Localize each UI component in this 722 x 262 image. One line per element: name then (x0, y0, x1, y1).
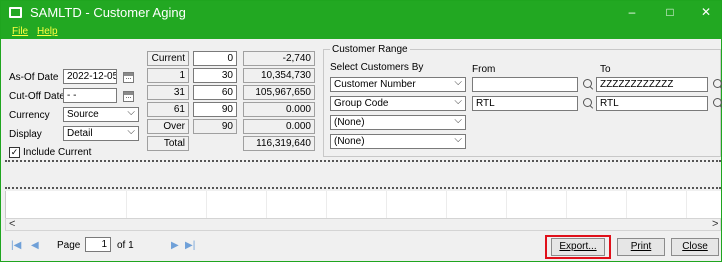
results-grid[interactable] (5, 191, 721, 218)
grid-column-divider (326, 191, 327, 218)
finder-icon[interactable] (582, 98, 594, 110)
cutoff-date-field[interactable]: - - (63, 88, 117, 103)
horizontal-scrollbar[interactable]: < > (5, 218, 721, 231)
aging-days-2[interactable]: 60 (193, 85, 237, 100)
aging-amount-1: 10,354,730 (243, 68, 315, 83)
aging-days-0[interactable]: 0 (193, 51, 237, 66)
select-by-dropdown-3[interactable]: (None) (330, 115, 466, 130)
aging-amount-over: 0.000 (243, 119, 315, 134)
aging-total-label: Total (147, 136, 189, 151)
aging-amount-2: 105,967,650 (243, 85, 315, 100)
grid-column-divider (206, 191, 207, 218)
aging-label-2: 31 (147, 85, 189, 100)
scroll-left-icon[interactable]: < (9, 218, 15, 230)
close-window-button[interactable]: ✕ (695, 3, 717, 21)
aging-days-over: 90 (193, 119, 237, 134)
currency-label: Currency (9, 110, 50, 121)
currency-value: Source (67, 109, 99, 120)
grid-column-divider (386, 191, 387, 218)
export-button-label: Export... (559, 241, 597, 252)
previous-page-icon[interactable]: ◀ (31, 240, 39, 251)
select-by-dropdown-1[interactable]: Customer Number (330, 77, 466, 92)
customer-aging-window: SAMLTD - Customer Aging – □ ✕ File Help … (0, 0, 722, 262)
aging-label-current: Current (147, 51, 189, 66)
parameters-panel: As-Of Date 2022-12-05 Cut-Off Date - - C… (5, 41, 722, 161)
calendar-icon[interactable] (123, 72, 134, 83)
group-code-from-field[interactable]: RTL (472, 96, 578, 111)
maximize-button[interactable]: □ (659, 3, 681, 21)
aging-amount-0: -2,740 (243, 51, 315, 66)
grid-column-divider (566, 191, 567, 218)
finder-icon[interactable] (712, 98, 722, 110)
export-button[interactable]: Export... (551, 238, 605, 256)
select-by-dropdown-2[interactable]: Group Code (330, 96, 466, 111)
cutoff-date-label: Cut-Off Date (9, 91, 65, 102)
print-button[interactable]: Print (617, 238, 665, 256)
finder-icon[interactable] (582, 79, 594, 91)
include-current-checkbox[interactable]: ✓ (9, 147, 20, 158)
customer-range-title: Customer Range (330, 44, 410, 55)
splitter[interactable] (5, 187, 721, 189)
grid-column-divider (506, 191, 507, 218)
aging-label-3: 61 (147, 102, 189, 117)
next-page-icon[interactable]: ▶ (171, 240, 179, 251)
page-label: Page (57, 240, 81, 251)
page-count-label: of 1 (117, 240, 134, 251)
display-label: Display (9, 129, 42, 140)
customer-number-to-field[interactable]: ZZZZZZZZZZZZ (596, 77, 708, 92)
customer-range-group: Customer Range Select Customers By From … (323, 44, 722, 157)
menu-help[interactable]: Help (37, 25, 58, 39)
grid-column-divider (126, 191, 127, 218)
scroll-right-icon[interactable]: > (712, 218, 718, 230)
window-title: SAMLTD - Customer Aging (30, 5, 186, 20)
minimize-button[interactable]: – (621, 3, 643, 21)
grid-column-divider (626, 191, 627, 218)
as-of-date-label: As-Of Date (9, 72, 59, 83)
aging-amount-3: 0.000 (243, 102, 315, 117)
customer-number-from-field[interactable] (472, 77, 578, 92)
aging-total-amount: 116,319,640 (243, 136, 315, 151)
first-page-icon[interactable]: |◀ (11, 240, 21, 251)
page-number-field[interactable]: 1 (85, 237, 111, 252)
close-button-label: Close (682, 241, 708, 252)
calendar-icon[interactable] (123, 91, 134, 102)
select-by-value-4: (None) (334, 136, 365, 147)
menu-bar: File Help (1, 25, 721, 39)
bottom-toolbar: |◀ ◀ Page 1 of 1 ▶ ▶| Export... Print Cl… (5, 233, 721, 261)
select-by-value-3: (None) (334, 117, 365, 128)
title-bar: SAMLTD - Customer Aging – □ ✕ (1, 1, 721, 25)
close-button[interactable]: Close (671, 238, 719, 256)
finder-icon[interactable] (712, 79, 722, 91)
print-button-label: Print (630, 241, 652, 252)
aging-label-1: 1 (147, 68, 189, 83)
menu-file[interactable]: File (12, 25, 28, 39)
select-by-label: Select Customers By (330, 62, 424, 73)
aging-label-over: Over (147, 119, 189, 134)
display-value: Detail (67, 128, 93, 139)
from-label: From (472, 64, 496, 75)
currency-dropdown[interactable]: Source (63, 107, 139, 122)
group-code-to-field[interactable]: RTL (596, 96, 708, 111)
display-dropdown[interactable]: Detail (63, 126, 139, 141)
grid-column-divider (686, 191, 687, 218)
select-by-value-1: Customer Number (334, 79, 416, 90)
select-by-value-2: Group Code (334, 98, 389, 109)
grid-column-divider (266, 191, 267, 218)
select-by-dropdown-4[interactable]: (None) (330, 134, 466, 149)
last-page-icon[interactable]: ▶| (185, 240, 195, 251)
grid-column-divider (446, 191, 447, 218)
as-of-date-field[interactable]: 2022-12-05 (63, 69, 117, 84)
aging-days-3[interactable]: 90 (193, 102, 237, 117)
to-label: To (600, 64, 611, 75)
include-current-label: Include Current (23, 147, 92, 158)
aging-days-1[interactable]: 30 (193, 68, 237, 83)
splitter[interactable] (5, 160, 721, 162)
app-icon (9, 7, 22, 18)
